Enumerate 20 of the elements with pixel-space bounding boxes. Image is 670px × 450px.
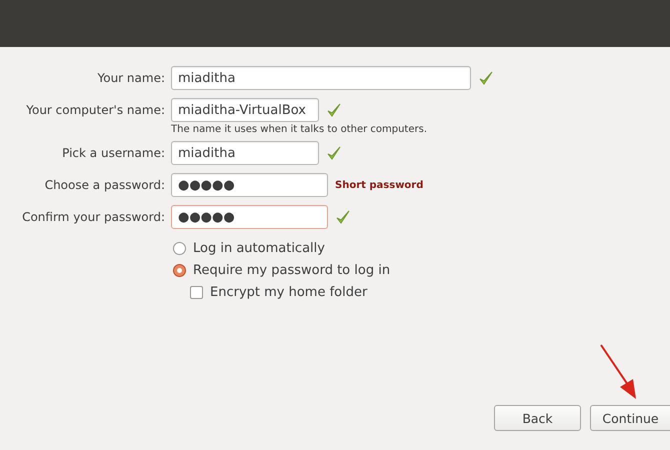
error-message: Short password	[335, 180, 424, 190]
input-field[interactable]: ●●●●●	[171, 205, 328, 229]
checkbox[interactable]	[190, 286, 203, 298]
field-label: Choose a password:	[44, 178, 166, 192]
field-label: Your computer's name:	[25, 103, 166, 117]
input-field[interactable]: miaditha	[171, 66, 471, 90]
field-label: Your name:	[96, 71, 166, 85]
field-label: Pick a username:	[61, 146, 166, 160]
radio-button[interactable]	[173, 264, 186, 276]
input-field[interactable]: miaditha-VirtualBox	[171, 98, 319, 122]
option-label[interactable]: Log in automatically	[193, 240, 325, 256]
option-label[interactable]: Encrypt my home folder	[210, 284, 368, 300]
option-label[interactable]: Require my password to log in	[193, 262, 390, 278]
hint-text: The name it uses when it talks to other computers.	[171, 124, 428, 135]
radio-button[interactable]	[173, 242, 186, 254]
field-label: Confirm your password:	[21, 210, 166, 224]
input-field[interactable]: miaditha	[171, 141, 319, 165]
back-button[interactable]: Back	[494, 405, 581, 431]
input-field[interactable]: ●●●●●	[171, 173, 328, 197]
continue-button[interactable]: Continue	[590, 405, 670, 431]
